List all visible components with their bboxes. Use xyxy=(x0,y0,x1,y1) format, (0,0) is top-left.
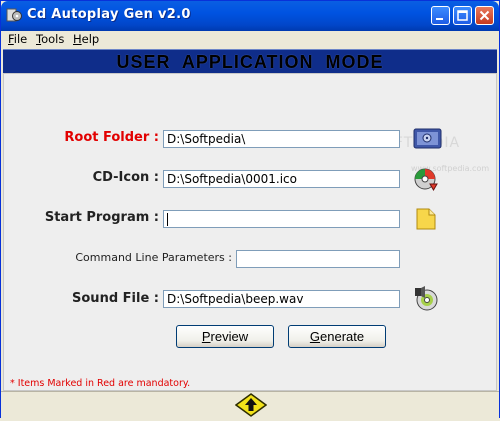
generate-accel: G xyxy=(309,329,321,344)
menu-help-accel: H xyxy=(73,32,82,46)
minimize-button[interactable] xyxy=(431,6,450,25)
cd-icon-label: CD-Icon : xyxy=(92,170,159,185)
cmd-params-label: Command Line Parameters : xyxy=(75,251,232,264)
mode-banner: USER APPLICATION MODE xyxy=(3,49,497,74)
close-icon xyxy=(479,10,490,21)
sound-file-input[interactable]: D:\Softpedia\beep.wav xyxy=(163,290,400,308)
text-caret xyxy=(167,213,168,226)
menu-help-label: elp xyxy=(81,32,100,46)
cd-icon-input[interactable]: D:\Softpedia\0001.ico xyxy=(163,170,400,188)
menu-file[interactable]: File xyxy=(8,32,27,46)
preview-button[interactable]: Preview xyxy=(176,325,274,348)
menu-file-label: ile xyxy=(13,32,28,46)
app-icon xyxy=(6,7,22,23)
folder-browse-icon[interactable] xyxy=(413,126,443,154)
title-bar[interactable]: Cd Autoplay Gen v2.0 xyxy=(1,1,499,31)
start-program-label: Start Program : xyxy=(44,210,159,225)
root-folder-label: Root Folder : xyxy=(64,130,159,145)
window-title: Cd Autoplay Gen v2.0 xyxy=(27,7,191,22)
generate-label: enerate xyxy=(320,329,365,344)
sound-file-label: Sound File : xyxy=(72,291,159,306)
preview-accel: P xyxy=(201,329,211,344)
close-button[interactable] xyxy=(475,6,494,25)
advanced-mode-up-icon[interactable] xyxy=(234,393,268,421)
menu-bar: File Tools Help xyxy=(1,31,499,49)
mandatory-note: * Items Marked in Red are mandatory. xyxy=(10,378,191,389)
generate-button[interactable]: Generate xyxy=(288,325,386,348)
preview-label: review xyxy=(210,329,249,344)
maximize-icon xyxy=(457,10,468,21)
maximize-button[interactable] xyxy=(453,6,472,25)
program-browse-icon[interactable] xyxy=(415,207,437,235)
root-folder-input[interactable]: D:\Softpedia\ xyxy=(163,130,400,148)
app-window: Cd Autoplay Gen v2.0 File Tools Help USE… xyxy=(0,0,500,418)
start-program-input[interactable] xyxy=(163,210,400,228)
menu-tools[interactable]: Tools xyxy=(36,32,64,46)
minimize-icon xyxy=(436,18,443,20)
sound-browse-icon[interactable] xyxy=(413,286,439,316)
cmd-params-input[interactable] xyxy=(236,250,400,268)
mode-title: USER APPLICATION MODE xyxy=(116,52,384,72)
cd-icon-browse-icon[interactable] xyxy=(413,166,439,196)
menu-tools-label: ools xyxy=(41,32,65,46)
menu-help[interactable]: Help xyxy=(73,32,99,46)
